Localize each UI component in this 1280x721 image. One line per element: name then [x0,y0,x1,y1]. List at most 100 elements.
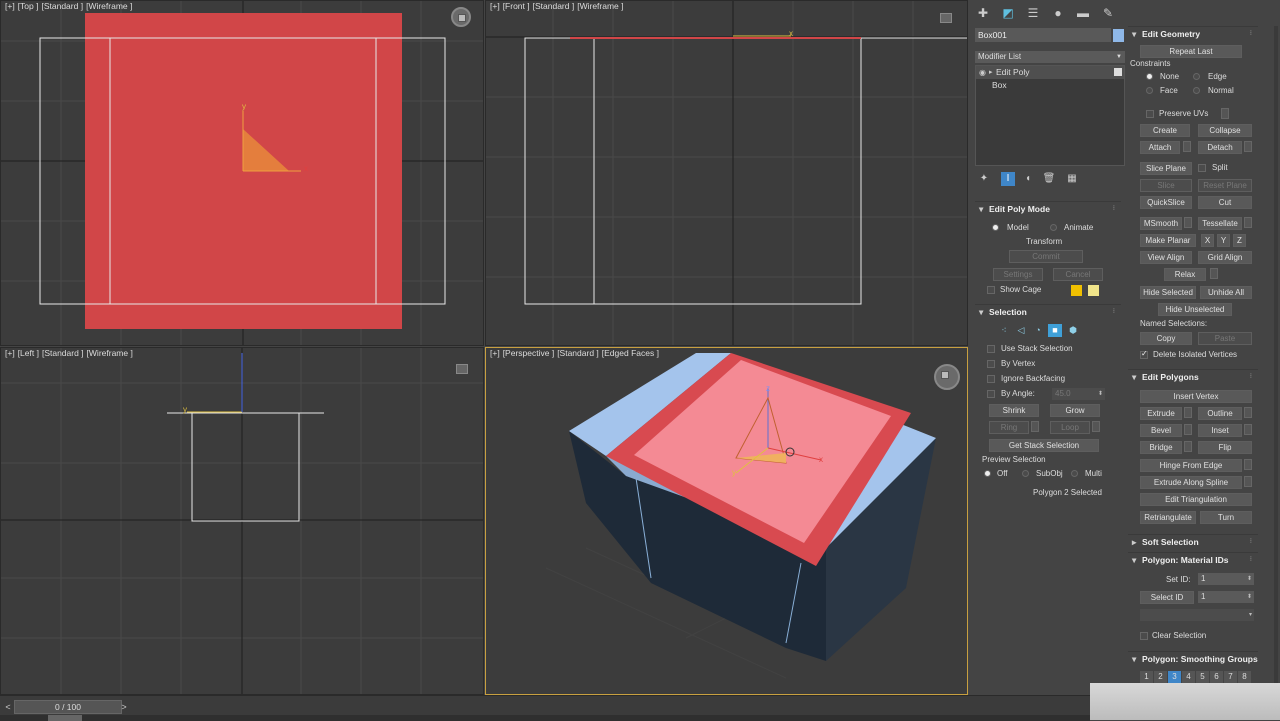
tessellate-button[interactable]: Tessellate [1198,217,1242,230]
smoothing-group-4[interactable]: 4 [1182,671,1195,683]
viewport-perspective-label[interactable]: [+] [Perspective ] [Standard ] [Edged Faces… [490,348,662,358]
rollout-header[interactable]: Soft Selection ⁝ [1128,535,1258,549]
modifier-toggle[interactable] [1114,68,1122,76]
outline-button[interactable]: Outline [1198,407,1242,420]
settings-button[interactable]: Settings [993,268,1043,281]
smoothing-group-3[interactable]: 3 [1168,671,1181,683]
viewport-plus-menu[interactable]: [+] [490,1,500,11]
preview-multi-radio[interactable] [1071,470,1078,477]
relax-settings[interactable] [1210,268,1218,279]
flip-button[interactable]: Flip [1198,441,1252,454]
viewport-shading-menu[interactable]: [Standard ] [533,1,575,11]
ring-spinner[interactable] [1031,421,1039,432]
spinner-arrows[interactable]: ⬍ [1098,388,1103,400]
viewport-view-menu[interactable]: [Front ] [503,1,530,11]
create-button[interactable]: Create [1140,124,1190,137]
viewcube-icon[interactable] [940,13,952,23]
viewport-front-label[interactable]: [+] [Front ] [Standard ] [Wireframe ] [490,1,627,11]
viewport-view-menu[interactable]: [Perspective ] [503,348,555,358]
border-mode-icon[interactable]: ◔ [1031,324,1045,337]
ring-button[interactable]: Ring [989,421,1029,434]
detach-button[interactable]: Detach [1198,141,1242,154]
viewport-perspective[interactable]: z x y [+] [Perspective ] [Standard ] [Edged… [485,347,968,695]
expand-icon[interactable]: ▸ [989,66,993,79]
cut-button[interactable]: Cut [1198,196,1252,209]
timeline-track[interactable] [0,715,1090,721]
hierarchy-icon[interactable]: ☰ [1023,3,1043,23]
viewport-shading-menu[interactable]: [Standard ] [42,348,84,358]
insert-vertex-button[interactable]: Insert Vertex [1140,390,1252,403]
rollout-header[interactable]: Selection ⁝ [975,305,1121,319]
timeline-thumb[interactable] [48,715,82,721]
constraint-edge-radio[interactable] [1193,73,1200,80]
planar-x-button[interactable]: X [1201,234,1214,247]
loop-button[interactable]: Loop [1050,421,1090,434]
next-frame-button[interactable]: > [118,700,130,714]
viewport-view-menu[interactable]: [Left ] [18,348,39,358]
show-end-result-icon[interactable]: I [1001,172,1015,186]
cancel-button[interactable]: Cancel [1053,268,1103,281]
split-checkbox[interactable] [1198,164,1206,172]
extrude-along-spline-button[interactable]: Extrude Along Spline [1140,476,1242,489]
inset-button[interactable]: Inset [1198,424,1242,437]
loop-spinner[interactable] [1092,421,1100,432]
modifier-list-dropdown[interactable]: Modifier List [975,51,1125,63]
viewport-plus-menu[interactable]: [+] [5,348,15,358]
reset-plane-button[interactable]: Reset Plane [1198,179,1252,192]
rollout-header[interactable]: Edit Geometry ⁝ [1128,27,1258,41]
motion-icon[interactable]: ● [1048,3,1068,23]
make-unique-icon[interactable]: ◖ [1021,172,1035,186]
extrude-spline-settings[interactable] [1244,476,1252,487]
pin-stack-icon[interactable]: ✦ [977,172,991,186]
quickslice-button[interactable]: QuickSlice [1140,196,1192,209]
object-name-field[interactable]: Box001 [975,28,1111,42]
grid-align-button[interactable]: Grid Align [1198,251,1252,264]
viewport-left-label[interactable]: [+] [Left ] [Standard ] [Wireframe ] [5,348,136,358]
preserve-uvs-settings[interactable] [1221,108,1229,119]
viewport-mode-menu[interactable]: [Wireframe ] [87,348,133,358]
smoothing-group-7[interactable]: 7 [1224,671,1237,683]
utilities-icon[interactable]: ✎ [1098,3,1118,23]
stack-item-edit-poly[interactable]: ◉ ▸ Edit Poly [976,66,1124,79]
constraint-normal-radio[interactable] [1193,87,1200,94]
spinner-arrows[interactable]: ⬍ [1247,591,1252,603]
cage-selected-color-swatch[interactable] [1088,285,1099,296]
stack-item-box[interactable]: Box [976,79,1124,92]
vertex-mode-icon[interactable]: ⁖ [997,324,1011,337]
edge-mode-icon[interactable]: ◁ [1014,324,1028,337]
display-icon[interactable]: ▬ [1073,3,1093,23]
previous-frame-button[interactable]: < [2,700,14,714]
turn-button[interactable]: Turn [1200,511,1252,524]
polygon-mode-icon[interactable]: ■ [1048,324,1062,337]
element-mode-icon[interactable]: ⬢ [1066,324,1080,337]
commit-button[interactable]: Commit [1009,250,1083,263]
planar-y-button[interactable]: Y [1217,234,1230,247]
paste-button[interactable]: Paste [1198,332,1252,345]
panel-scrollbar[interactable] [1274,26,1278,686]
rollout-header[interactable]: Edit Poly Mode ⁝ [975,202,1121,216]
cage-color-swatch[interactable] [1071,285,1082,296]
preview-subobj-radio[interactable] [1022,470,1029,477]
slice-button[interactable]: Slice [1140,179,1192,192]
constraint-none-radio[interactable] [1146,73,1153,80]
ignore-backfacing-checkbox[interactable] [987,375,995,383]
slice-plane-button[interactable]: Slice Plane [1140,162,1192,175]
viewport-front[interactable]: x [+] [Front ] [Standard ] [Wireframe ] [485,0,968,346]
tessellate-settings[interactable] [1244,217,1252,228]
msmooth-button[interactable]: MSmooth [1140,217,1182,230]
repeat-last-button[interactable]: Repeat Last [1140,45,1242,58]
viewport-mode-menu[interactable]: [Wireframe ] [86,1,132,11]
viewcube-icon[interactable] [456,364,468,374]
viewport-shading-menu[interactable]: [Standard ] [557,348,599,358]
spinner-arrows[interactable]: ⬍ [1247,573,1252,585]
smoothing-group-6[interactable]: 6 [1210,671,1223,683]
viewcube-icon[interactable] [934,364,960,390]
hide-selected-button[interactable]: Hide Selected [1140,286,1196,299]
configure-modifier-icon[interactable]: ▦ [1065,172,1079,186]
animate-radio[interactable] [1050,224,1057,231]
object-color-swatch[interactable] [1113,29,1124,42]
use-stack-selection-checkbox[interactable] [987,345,995,353]
clear-selection-checkbox[interactable] [1140,632,1148,640]
inset-settings[interactable] [1244,424,1252,435]
grow-button[interactable]: Grow [1050,404,1100,417]
